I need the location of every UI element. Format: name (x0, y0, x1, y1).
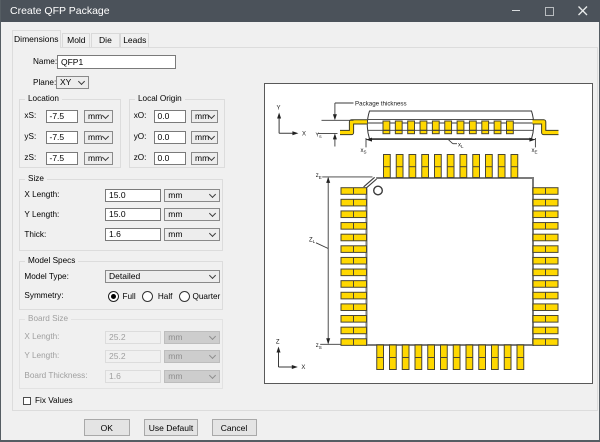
svg-text:Y: Y (277, 106, 281, 112)
svg-text:X: X (302, 131, 306, 137)
svg-text:YS: YS (316, 132, 322, 139)
svg-text:Package thickness: Package thickness (355, 101, 407, 108)
svg-text:Z: Z (276, 340, 280, 346)
svg-text:ZL: ZL (309, 238, 316, 245)
svg-text:xE: xE (532, 148, 538, 155)
svg-text:X: X (301, 365, 305, 371)
svg-text:zS: zS (316, 343, 322, 350)
svg-text:xS: xS (361, 148, 367, 155)
svg-text:zE: zE (316, 173, 322, 180)
svg-text:xL: xL (458, 143, 464, 150)
